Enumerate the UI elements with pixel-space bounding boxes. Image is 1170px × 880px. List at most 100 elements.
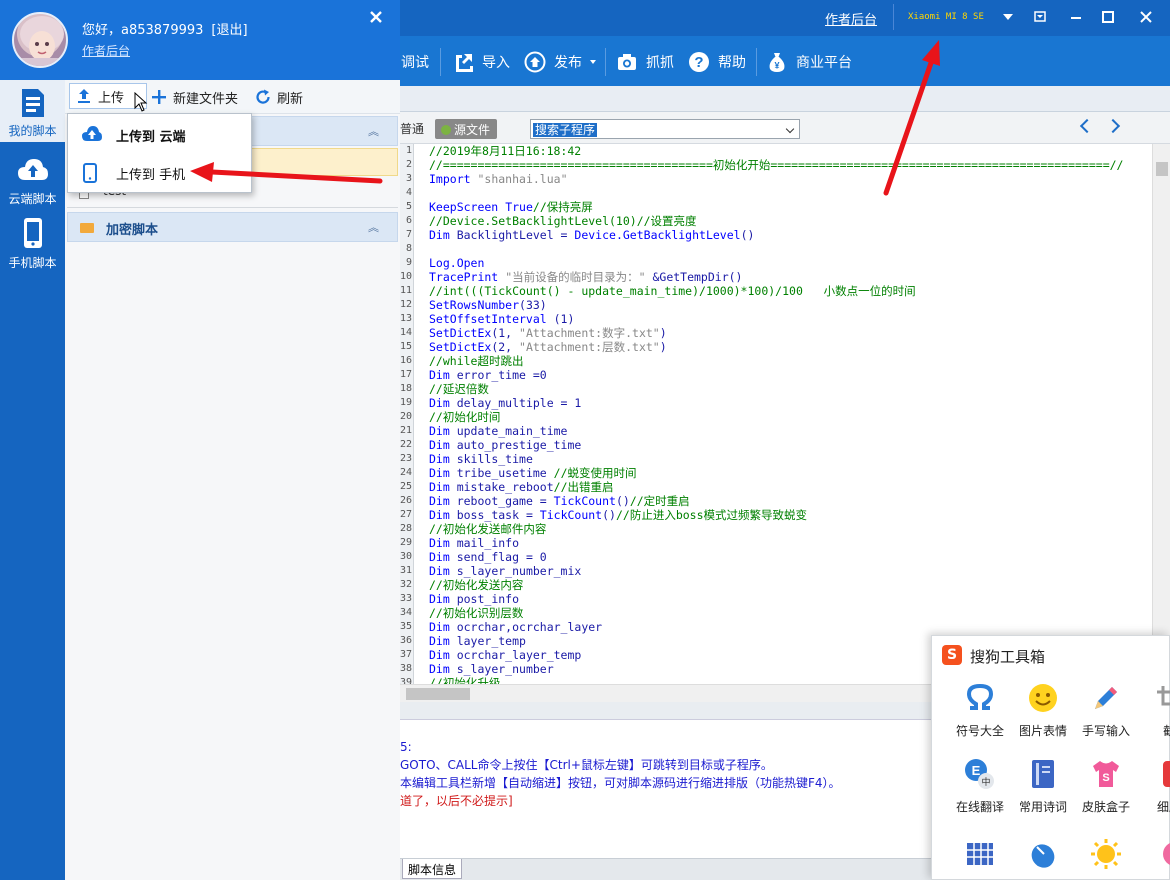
toolbox-item[interactable]: 手写输入 [1076, 682, 1136, 752]
code-line[interactable]: 18 //延迟倍数 [400, 382, 1150, 396]
toolbox-item[interactable]: 符号大全 [950, 682, 1010, 752]
new-folder-button[interactable]: 新建文件夹 [151, 87, 238, 107]
chevron-right-icon[interactable] [1105, 118, 1121, 134]
camera-icon [618, 54, 636, 70]
line-number: 21 [400, 425, 413, 436]
help-label: 帮助 [718, 55, 746, 71]
code-line[interactable]: 33 Dim post_info [400, 592, 1150, 606]
toolbox-item-label: 手写输入 [1081, 724, 1130, 738]
code-editor[interactable]: 1 //2019年8月11日16:18:42 2 //================… [400, 144, 1170, 684]
import-label: 导入 [482, 55, 510, 71]
refresh-button[interactable]: 刷新 [255, 87, 303, 107]
tab-script-info[interactable]: 脚本信息 [402, 859, 463, 879]
code-line[interactable]: 34 //初始化识别层数 [400, 606, 1150, 620]
code-line[interactable]: 11 //int(((TickCount() - update_main_time… [400, 284, 1150, 298]
code-line[interactable]: 19 Dim delay_multiple = 1 [400, 396, 1150, 410]
code-text: //初始化升级 [429, 676, 501, 684]
toolbox-item[interactable] [950, 838, 1010, 878]
code-line[interactable]: 30 Dim send_flag = 0 [400, 550, 1150, 564]
help-button[interactable]: ? 帮助 [688, 50, 746, 74]
code-line[interactable]: 26 Dim reboot_game = TickCount()//定时重启 [400, 494, 1150, 508]
code-line[interactable]: 14 SetDictEx(1, "Attachment:数字.txt") [400, 326, 1150, 340]
book-icon [1027, 758, 1059, 790]
pin-window-button[interactable] [1028, 6, 1052, 28]
toolbox-item[interactable]: S 皮肤盒子 [1076, 758, 1136, 828]
smiley-icon [1027, 682, 1059, 714]
scroll-thumb[interactable] [406, 688, 470, 700]
subroutine-search-select[interactable]: 搜索子程序 [530, 119, 800, 139]
code-line[interactable]: 5 KeepScreen True//保持亮屏 [400, 200, 1150, 214]
author-backend-link[interactable]: 作者后台 [825, 9, 877, 28]
toolbar-divider [756, 48, 757, 76]
collapse-icon[interactable]: ︽ [368, 123, 379, 139]
code-line[interactable]: 15 SetDictEx(2, "Attachment:层数.txt") [400, 340, 1150, 354]
code-line[interactable]: 13 SetOffsetInterval (1) [400, 312, 1150, 326]
nav-phone-scripts[interactable]: 手机脚本 [0, 212, 65, 274]
code-line[interactable]: 9 Log.Open [400, 256, 1150, 270]
code-line[interactable]: 28 //初始化发送邮件内容 [400, 522, 1150, 536]
nav-my-scripts[interactable]: 我的脚本 [0, 80, 65, 142]
capture-button[interactable]: 抓抓 [616, 50, 674, 74]
vertical-scrollbar[interactable] [1152, 144, 1170, 684]
close-window-button[interactable] [1134, 6, 1158, 28]
code-line[interactable]: 25 Dim mistake_reboot//出错重启 [400, 480, 1150, 494]
toolbox-item[interactable] [1076, 838, 1136, 878]
toolbox-item[interactable]: 截 [1139, 682, 1170, 752]
toolbar-divider [440, 48, 441, 76]
line-number: 17 [400, 369, 413, 380]
toolbox-item[interactable] [1013, 838, 1073, 878]
phone-icon [24, 218, 42, 248]
logout-link[interactable]: [退出] [211, 23, 247, 38]
line-number: 5 [405, 201, 412, 212]
code-line[interactable]: 21 Dim update_main_time [400, 424, 1150, 438]
line-number: 37 [400, 649, 413, 660]
menu-item-upload-cloud[interactable]: 上传到 云端 [68, 116, 251, 152]
code-line[interactable]: 10 TracePrint "当前设备的临时目录为：" &GetTempDir() [400, 270, 1150, 284]
code-line[interactable]: 35 Dim ocrchar,ocrchar_layer [400, 620, 1150, 634]
code-line[interactable]: 27 Dim boss_task = TickCount()//防止进入boss模… [400, 508, 1150, 522]
toolbox-item[interactable]: 常用诗词 [1013, 758, 1073, 828]
code-line[interactable]: 3 Import "shanhai.lua" [400, 172, 1150, 186]
debug-button[interactable]: 调试 [401, 50, 429, 74]
business-platform-button[interactable]: ¥ 商业平台 [766, 50, 852, 74]
normal-view-tab[interactable]: 普通 [400, 120, 424, 137]
close-panel-button[interactable] [369, 9, 383, 28]
publish-button[interactable]: 发布 [524, 50, 596, 74]
toolbox-item[interactable] [1139, 838, 1170, 878]
import-button[interactable]: 导入 [452, 50, 510, 74]
avatar[interactable] [12, 12, 68, 68]
menu-item-upload-phone[interactable]: 上传到 手机 [68, 154, 251, 190]
svg-text:中: 中 [981, 776, 990, 788]
minimize-button[interactable] [1064, 6, 1088, 28]
code-line[interactable]: 23 Dim skills_time [400, 452, 1150, 466]
code-line[interactable]: 31 Dim s_layer_number_mix [400, 564, 1150, 578]
code-line[interactable]: 17 Dim error_time =0 [400, 368, 1150, 382]
scroll-thumb[interactable] [1156, 162, 1168, 176]
maximize-button[interactable] [1096, 6, 1120, 28]
code-line[interactable]: 6 //Device.SetBacklightLevel(10)//设置亮度 [400, 214, 1150, 228]
toolbox-item[interactable]: 细胞 [1139, 758, 1170, 828]
source-file-button[interactable]: 源文件 [435, 119, 497, 139]
code-line[interactable]: 8 [400, 242, 1150, 256]
code-line[interactable]: 22 Dim auto_prestige_time [400, 438, 1150, 452]
script-group-encrypted[interactable]: 加密脚本 ︽ [67, 212, 398, 242]
author-backend-link[interactable]: 作者后台 [82, 42, 130, 59]
code-line[interactable]: 4 [400, 186, 1150, 200]
nav-cloud-scripts[interactable]: 云端脚本 [0, 148, 65, 210]
code-line[interactable]: 24 Dim tribe_usetime //蜕变使用时间 [400, 466, 1150, 480]
toolbox-item[interactable]: 图片表情 [1013, 682, 1073, 752]
code-line[interactable]: 7 Dim BacklightLevel = Device.GetBackligh… [400, 228, 1150, 242]
toolbox-item[interactable]: E 中在线翻译 [950, 758, 1010, 828]
code-line[interactable]: 12 SetRowsNumber(33) [400, 298, 1150, 312]
code-line[interactable]: 2 //=====================================… [400, 158, 1150, 172]
code-line[interactable]: 20 //初始化时间 [400, 410, 1150, 424]
code-line[interactable]: 32 //初始化发送内容 [400, 578, 1150, 592]
code-line[interactable]: 29 Dim mail_info [400, 536, 1150, 550]
grid-icon [964, 838, 996, 870]
code-line[interactable]: 1 //2019年8月11日16:18:42 [400, 144, 1150, 158]
device-select[interactable]: Xiaomi MI 8 SE [893, 4, 1021, 30]
code-line[interactable]: 16 //while超时跳出 [400, 354, 1150, 368]
chevron-left-icon[interactable] [1079, 118, 1095, 134]
line-number: 6 [405, 215, 412, 226]
collapse-icon[interactable]: ︽ [368, 219, 379, 235]
